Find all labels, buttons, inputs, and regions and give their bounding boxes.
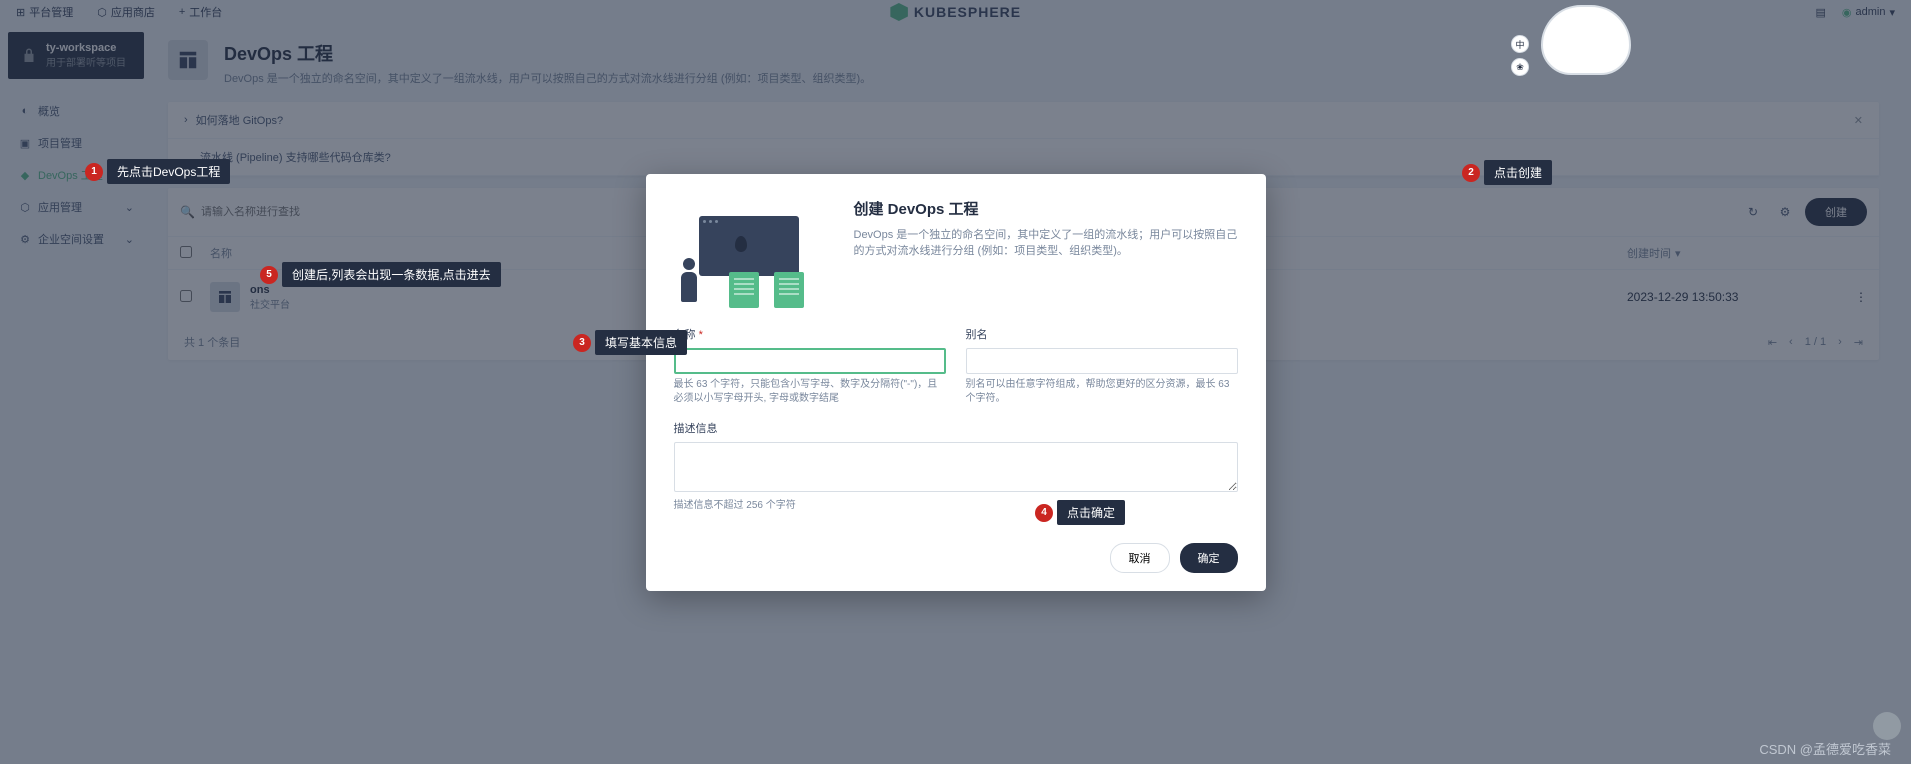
watermark: CSDN @孟德爱吃香菜 — [1759, 739, 1891, 758]
modal-title: 创建 DevOps 工程 — [854, 198, 1238, 219]
desc-textarea[interactable] — [674, 442, 1238, 492]
callout-3: 3 填写基本信息 — [573, 330, 687, 355]
alias-label: 别名 — [966, 326, 1238, 342]
callout-4: 4 点击确定 — [1035, 500, 1125, 525]
mascot-bubble-2: ❀ — [1511, 58, 1529, 76]
name-hint: 最长 63 个字符，只能包含小写字母、数字及分隔符("-")，且必须以小写字母开… — [674, 378, 946, 406]
callout-1-text: 先点击DevOps工程 — [107, 159, 230, 184]
alias-hint: 别名可以由任意字符组成，帮助您更好的区分资源，最长 63 个字符。 — [966, 378, 1238, 406]
cancel-button[interactable]: 取消 — [1110, 543, 1170, 573]
modal-desc: DevOps 是一个独立的命名空间，其中定义了一组的流水线；用户可以按照自己的方… — [854, 227, 1238, 260]
callout-5: 5 创建后,列表会出现一条数据,点击进去 — [260, 262, 501, 287]
callout-badge: 3 — [573, 334, 591, 352]
name-input[interactable] — [674, 348, 946, 374]
modal-illustration — [674, 198, 834, 308]
callout-3-text: 填写基本信息 — [595, 330, 687, 355]
desc-hint: 描述信息不超过 256 个字符 — [674, 499, 1238, 513]
callout-badge: 1 — [85, 163, 103, 181]
name-label: 名称 * — [674, 326, 946, 342]
chat-fab[interactable] — [1873, 712, 1901, 740]
callout-2: 2 点击创建 — [1462, 160, 1552, 185]
callout-badge: 5 — [260, 266, 278, 284]
alias-input[interactable] — [966, 348, 1238, 374]
modal-overlay: 创建 DevOps 工程 DevOps 是一个独立的命名空间，其中定义了一组的流… — [0, 0, 1911, 764]
create-devops-modal: 创建 DevOps 工程 DevOps 是一个独立的命名空间，其中定义了一组的流… — [646, 174, 1266, 591]
callout-1: 1 先点击DevOps工程 — [85, 159, 230, 184]
callout-5-text: 创建后,列表会出现一条数据,点击进去 — [282, 262, 501, 287]
mascot-bubble-1: 中 — [1511, 35, 1529, 53]
callout-badge: 2 — [1462, 164, 1480, 182]
desc-label: 描述信息 — [674, 420, 1238, 436]
callout-badge: 4 — [1035, 504, 1053, 522]
callout-4-text: 点击确定 — [1057, 500, 1125, 525]
callout-2-text: 点击创建 — [1484, 160, 1552, 185]
mascot: 中 ❀ — [1511, 0, 1631, 80]
ok-button[interactable]: 确定 — [1180, 543, 1238, 573]
